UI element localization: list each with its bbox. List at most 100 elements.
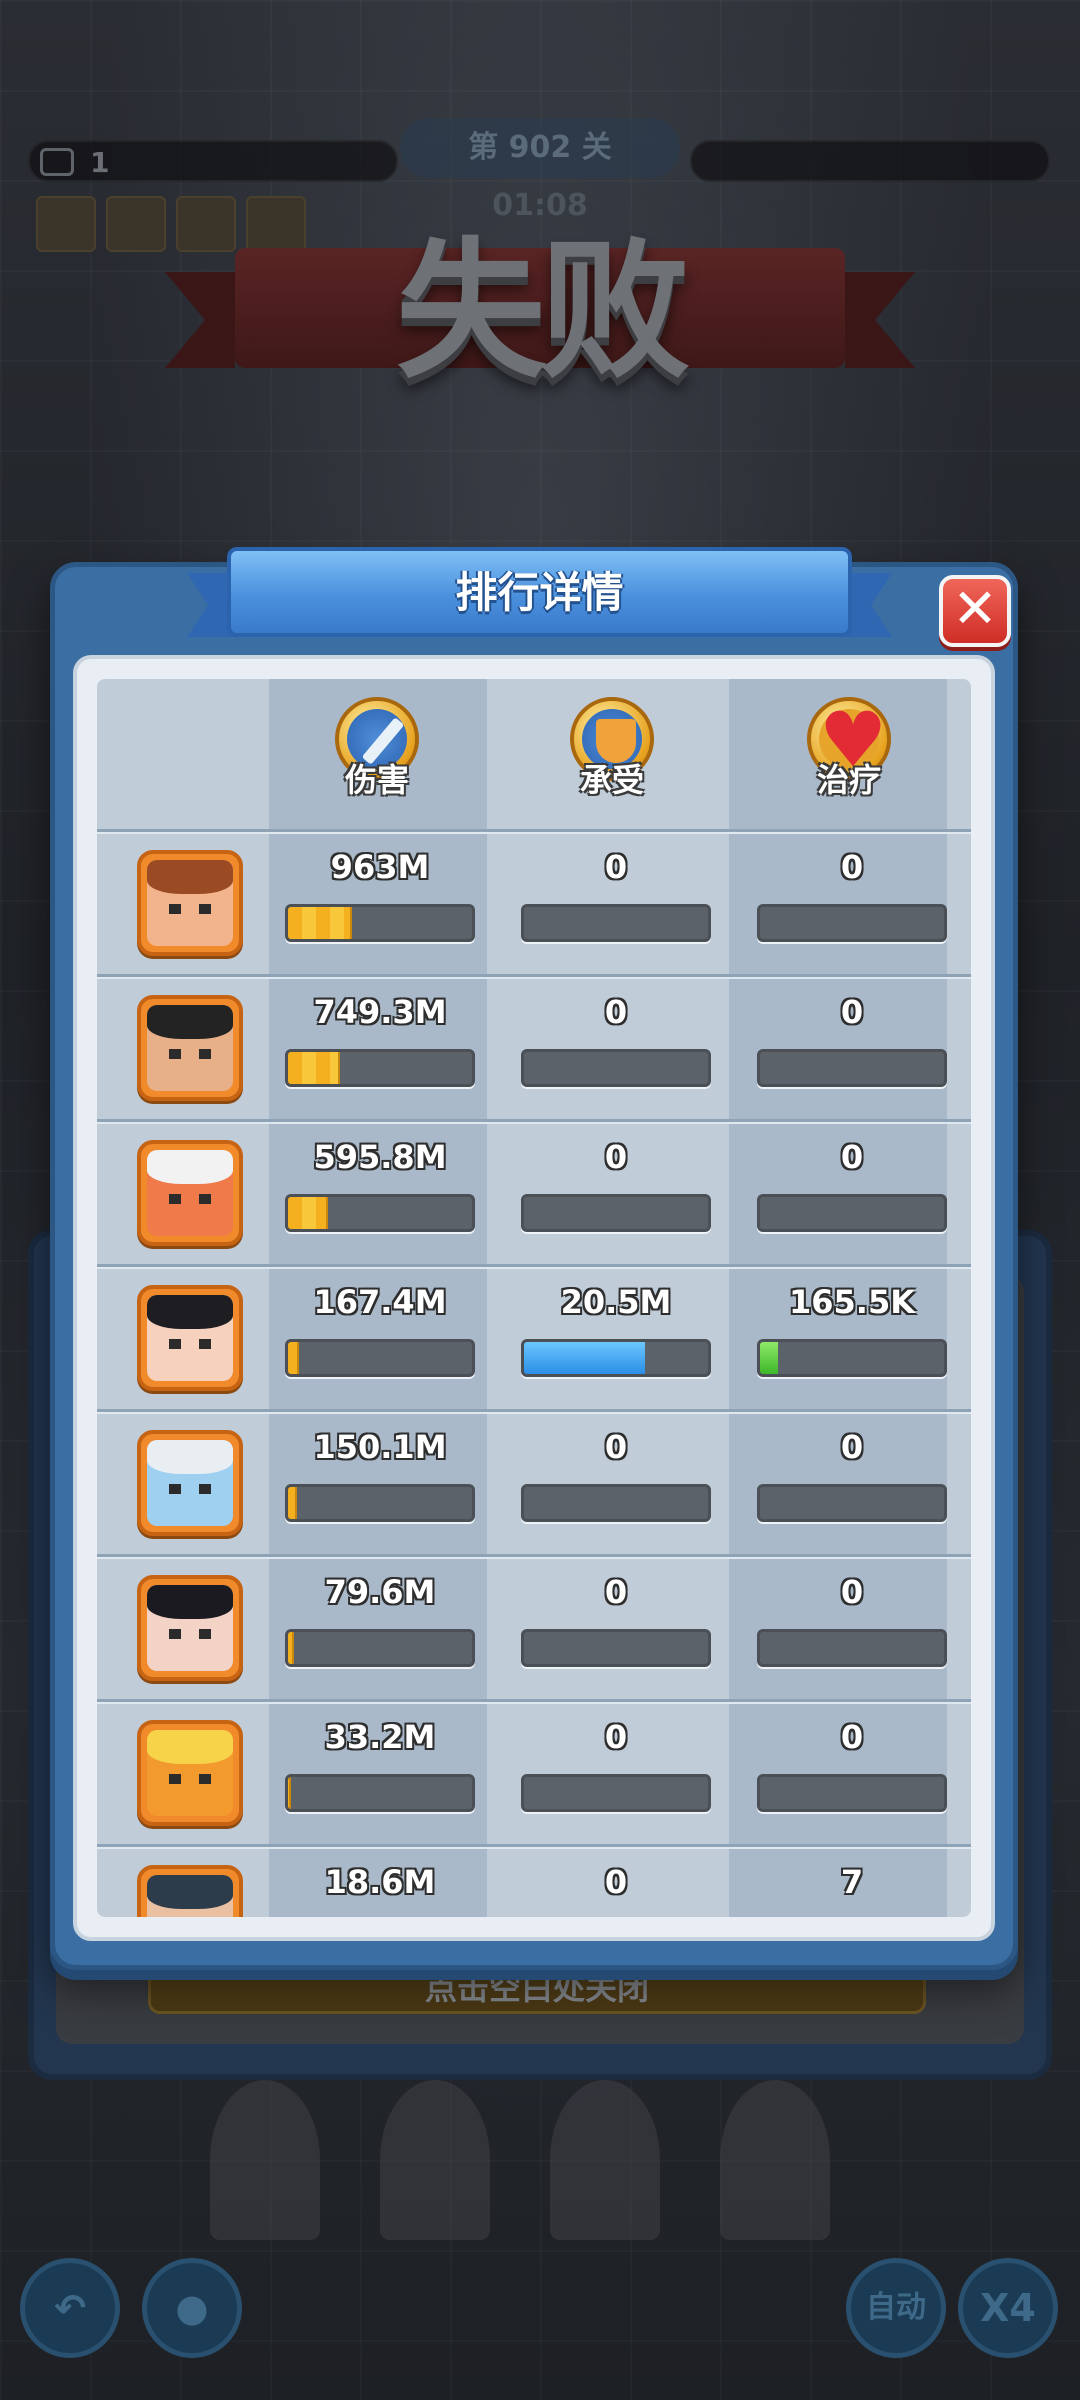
player-level-text: 1: [90, 146, 110, 179]
hero-figure: [380, 2080, 490, 2240]
damage-value: 595.8M: [313, 1138, 447, 1176]
taken-bar: [521, 904, 711, 942]
hero-eyes: [169, 1629, 211, 1639]
hero-hair: [147, 1730, 233, 1764]
healing-bar: [757, 904, 947, 942]
hero-hair: [147, 1005, 233, 1039]
auto-button[interactable]: 自动: [846, 2258, 946, 2358]
hero-hair: [147, 1295, 233, 1329]
hero-eyes: [169, 1194, 211, 1204]
mini-portrait: [176, 196, 236, 252]
taken-bar: [521, 1339, 711, 1377]
ranking-row: 167.4M 20.5M 165.5K: [97, 1264, 971, 1409]
ranking-row: 963M 0 0: [97, 829, 971, 974]
taken-value: 0: [604, 1573, 628, 1611]
healing-value: 0: [840, 993, 864, 1031]
hero-hair: [147, 860, 233, 894]
hero-dark-hair-lady-portrait[interactable]: [137, 1285, 243, 1391]
back-button[interactable]: ↶: [20, 2258, 120, 2358]
ranking-row: 150.1M 0 0: [97, 1409, 971, 1554]
row-divider: [97, 1847, 971, 1849]
damage-bar-fill: [288, 1487, 298, 1519]
damage-bar: [285, 1339, 475, 1377]
hero-eyes: [169, 1774, 211, 1784]
ranking-row: 18.6M 0 7: [97, 1844, 971, 1917]
row-divider: [97, 832, 971, 834]
hero-curly-hair-boy-portrait[interactable]: [137, 850, 243, 956]
taken-value: 0: [604, 1138, 628, 1176]
damage-bar: [285, 904, 475, 942]
row-divider: [97, 977, 971, 979]
row-divider: [97, 1267, 971, 1269]
hero-long-hair-warrior-portrait[interactable]: [137, 995, 243, 1101]
hero-figure: [550, 2080, 660, 2240]
damage-bar: [285, 1774, 475, 1812]
healing-value: 165.5K: [788, 1283, 915, 1321]
damage-bar-fill: [288, 1052, 340, 1084]
header-damage-label: 伤害: [344, 761, 409, 799]
taken-value: 0: [604, 1718, 628, 1756]
damage-value: 150.1M: [313, 1428, 447, 1466]
header-taken: 承受: [522, 697, 702, 801]
hero-face: [147, 860, 233, 946]
speed-button[interactable]: X4: [958, 2258, 1058, 2358]
damage-value: 749.3M: [313, 993, 447, 1031]
damage-bar-fill: [288, 907, 353, 939]
hero-face: [147, 1005, 233, 1091]
healing-bar: [757, 1194, 947, 1232]
player-level-bar: 1: [28, 140, 398, 182]
hero-face: [147, 1875, 233, 1917]
taken-bar: [521, 1049, 711, 1087]
damage-value: 963M: [330, 848, 430, 886]
modal-title: 排行详情: [455, 568, 624, 617]
skill-button[interactable]: ●: [142, 2258, 242, 2358]
ranking-row: 749.3M 0 0: [97, 974, 971, 1119]
hero-hair: [147, 1875, 233, 1909]
damage-value: 167.4M: [313, 1283, 447, 1321]
title-ribbon: 排行详情: [187, 547, 892, 647]
hero-blue-elder-portrait[interactable]: [137, 1430, 243, 1536]
hero-eyes: [169, 904, 211, 914]
hero-face: [147, 1295, 233, 1381]
hero-golden-emblem-portrait[interactable]: [137, 1720, 243, 1826]
enemy-health-bar: [690, 140, 1050, 182]
taken-value: 20.5M: [560, 1283, 672, 1321]
header-healing: 治疗: [759, 695, 939, 801]
close-button[interactable]: ✕: [939, 575, 1011, 647]
camera-icon: [40, 148, 74, 176]
hero-eyes: [169, 1484, 211, 1494]
hero-red-ogre-portrait[interactable]: [137, 1140, 243, 1246]
damage-bar-fill: [288, 1197, 329, 1229]
stage-label: 第 902 关: [400, 118, 680, 178]
hero-hair: [147, 1585, 233, 1619]
row-divider: [97, 1702, 971, 1704]
row-divider: [97, 1122, 971, 1124]
damage-bar-fill: [288, 1342, 300, 1374]
header-damage: 伤害: [287, 697, 467, 801]
hero-eyes: [169, 1049, 211, 1059]
damage-value: 18.6M: [324, 1863, 436, 1901]
mini-portrait: [246, 196, 306, 252]
hero-figure: [720, 2080, 830, 2240]
taken-bar: [521, 1484, 711, 1522]
hero-face: [147, 1585, 233, 1671]
hero-eyes: [169, 1339, 211, 1349]
hero-purple-eyed-lady-portrait[interactable]: [137, 1575, 243, 1681]
row-divider: [97, 1412, 971, 1414]
header-healing-label: 治疗: [816, 761, 881, 799]
hero-green-eyed-girl-portrait[interactable]: [137, 1865, 243, 1917]
taken-bar: [521, 1194, 711, 1232]
healing-bar: [757, 1629, 947, 1667]
damage-bar: [285, 1049, 475, 1087]
hero-figure: [210, 2080, 320, 2240]
damage-bar: [285, 1629, 475, 1667]
healing-bar-fill: [760, 1342, 779, 1374]
battle-heroes: [210, 2080, 830, 2240]
healing-bar: [757, 1774, 947, 1812]
damage-bar: [285, 1194, 475, 1232]
mini-portrait: [36, 196, 96, 252]
healing-value: 0: [840, 848, 864, 886]
healing-value: 0: [840, 1573, 864, 1611]
taken-value: 0: [604, 1428, 628, 1466]
damage-bar: [285, 1484, 475, 1522]
